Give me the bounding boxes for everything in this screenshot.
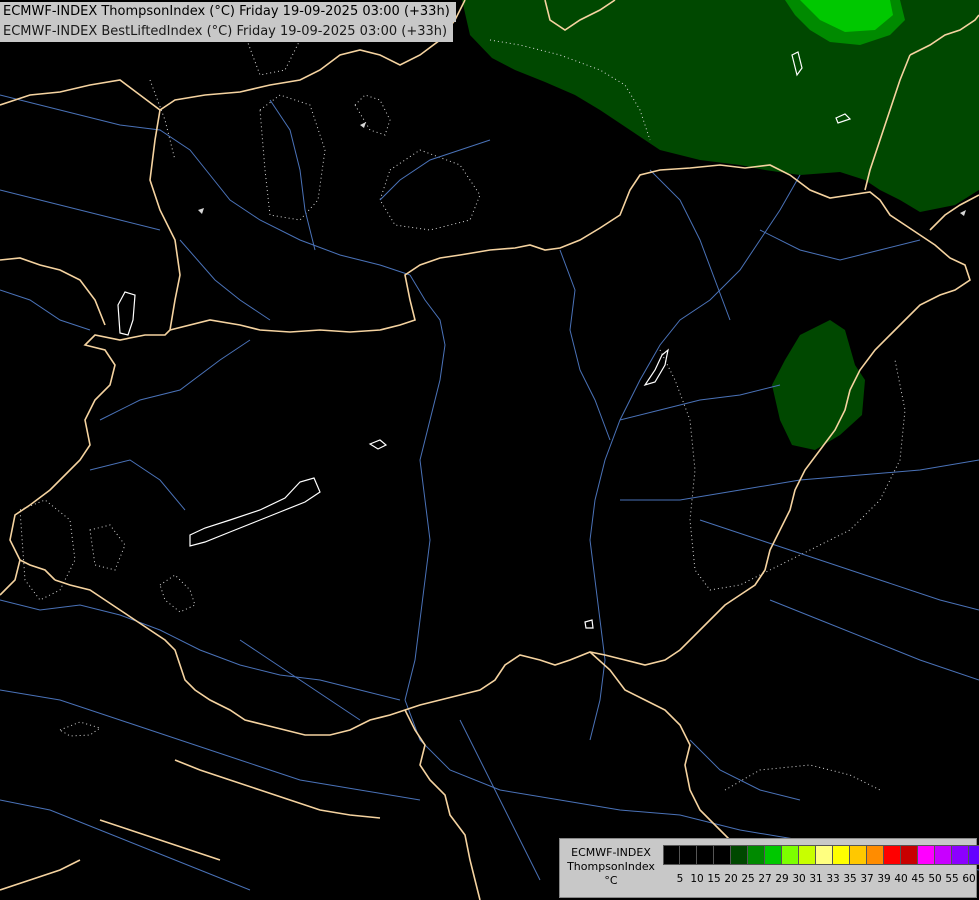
legend: ECMWF-INDEX ThompsonIndex °C 5 10 15 20 25 27… — [559, 838, 979, 898]
legend-tick-label: 33 — [826, 873, 840, 885]
legend-swatch — [935, 845, 952, 865]
legend-swatch — [663, 845, 680, 865]
legend-swatch — [799, 845, 816, 865]
legend-swatch — [680, 845, 697, 865]
legend-tick-label: 25 — [741, 873, 755, 885]
map-title-bestlifted: ECMWF-INDEX BestLiftedIndex (°C) Friday … — [0, 22, 454, 42]
legend-swatch — [765, 845, 782, 865]
legend-tick-label: 60 — [962, 873, 976, 885]
legend-ticks: 5 10 15 20 25 27 29 30 31 33 35 37 39 40 45 50 55 60 — [671, 873, 979, 887]
legend-swatch — [918, 845, 935, 865]
legend-swatch — [952, 845, 969, 865]
legend-title-model: ECMWF-INDEX — [571, 846, 651, 859]
legend-swatch — [697, 845, 714, 865]
legend-colorbar — [663, 845, 979, 865]
legend-tick-label: 27 — [758, 873, 772, 885]
legend-tick-label: 45 — [911, 873, 925, 885]
map-title-thompson: ECMWF-INDEX ThompsonIndex (°C) Friday 19… — [0, 2, 456, 22]
legend-swatch — [850, 845, 867, 865]
legend-tick-label: 31 — [809, 873, 823, 885]
legend-swatch — [748, 845, 765, 865]
legend-title-unit: °C — [604, 874, 618, 887]
legend-swatch — [884, 845, 901, 865]
legend-swatch — [901, 845, 918, 865]
legend-tick-label: 15 — [707, 873, 721, 885]
legend-tick-label: 29 — [775, 873, 789, 885]
map-canvas — [0, 0, 979, 900]
legend-tick-label: 50 — [928, 873, 942, 885]
legend-swatch — [816, 845, 833, 865]
legend-tick-label: 5 — [676, 873, 684, 885]
legend-swatch — [731, 845, 748, 865]
legend-title: ECMWF-INDEX ThompsonIndex °C — [563, 846, 659, 888]
legend-swatch — [714, 845, 731, 865]
legend-tick-label: 40 — [894, 873, 908, 885]
legend-tick-label: 30 — [792, 873, 806, 885]
legend-swatch — [782, 845, 799, 865]
legend-tick-label: 20 — [724, 873, 738, 885]
legend-tick-label: 37 — [860, 873, 874, 885]
legend-swatch — [833, 845, 850, 865]
legend-tick-label: 35 — [843, 873, 857, 885]
legend-tick-label: 39 — [877, 873, 891, 885]
legend-tick-label: 10 — [690, 873, 704, 885]
legend-swatch — [969, 845, 979, 865]
legend-title-index: ThompsonIndex — [567, 860, 655, 873]
legend-tick-label: 55 — [945, 873, 959, 885]
legend-swatch — [867, 845, 884, 865]
